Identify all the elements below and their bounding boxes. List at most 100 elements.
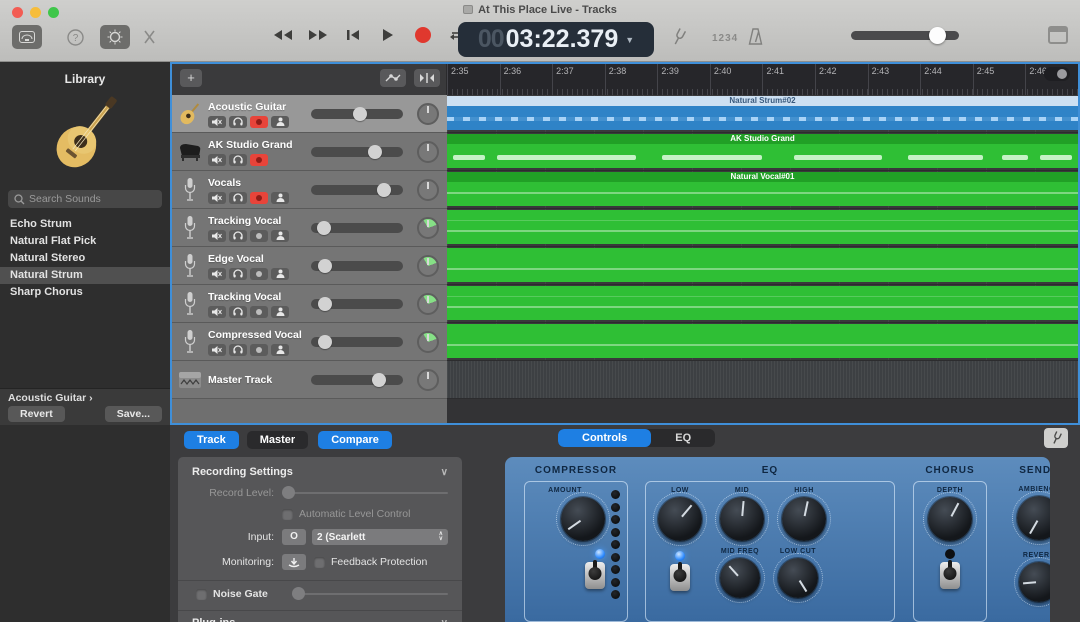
chevron-down-icon[interactable]: ∨: [441, 467, 448, 478]
track-header-tracking-vocal-2[interactable]: Tracking Vocal: [172, 285, 447, 323]
lane-compressed-vocal[interactable]: [447, 323, 1078, 361]
count-in-button[interactable]: 1234: [712, 33, 738, 44]
region-audio[interactable]: [447, 210, 1078, 244]
lane-master[interactable]: [447, 361, 1078, 399]
input-monitor-button[interactable]: [271, 230, 289, 242]
search-input[interactable]: [29, 193, 156, 205]
solo-button[interactable]: [229, 116, 247, 128]
library-item-natural-flat-pick[interactable]: Natural Flat Pick: [0, 233, 170, 250]
volume-thumb[interactable]: [372, 373, 386, 387]
eq-high-knob[interactable]: [782, 497, 826, 541]
editor-scissors-button[interactable]: [136, 25, 162, 49]
monitoring-button[interactable]: [282, 554, 306, 570]
region-audio[interactable]: [447, 324, 1078, 358]
input-source-dropdown[interactable]: 2 (Scarlett ∧∨: [312, 529, 448, 545]
solo-button[interactable]: [229, 306, 247, 318]
track-header-vocals[interactable]: Vocals: [172, 171, 447, 209]
mute-button[interactable]: [208, 154, 226, 166]
automation-button[interactable]: [380, 69, 406, 87]
record-level-slider[interactable]: [282, 488, 448, 498]
volume-slider[interactable]: [311, 147, 403, 157]
volume-slider[interactable]: [311, 337, 403, 347]
noise-gate-checkbox[interactable]: [196, 589, 207, 600]
volume-slider[interactable]: [311, 375, 403, 385]
noise-gate-thumb[interactable]: [292, 587, 305, 600]
input-format-button[interactable]: O: [282, 529, 306, 545]
solo-button[interactable]: [229, 154, 247, 166]
input-monitor-button[interactable]: [271, 116, 289, 128]
feedback-protection-checkbox[interactable]: [314, 557, 325, 568]
tab-eq[interactable]: EQ: [651, 429, 715, 447]
sends-ambience-knob[interactable]: [1017, 496, 1050, 540]
region-natural-vocal[interactable]: Natural Vocal#01: [447, 172, 1078, 206]
stepper-icons[interactable]: ∧∨: [439, 532, 443, 542]
metronome-button[interactable]: [748, 28, 763, 45]
mute-button[interactable]: [208, 192, 226, 204]
rewind-button[interactable]: [272, 24, 294, 46]
volume-thumb[interactable]: [317, 221, 331, 235]
track-header-tracking-vocal-1[interactable]: Tracking Vocal: [172, 209, 447, 247]
patch-breadcrumb[interactable]: Acoustic Guitar ›: [0, 389, 170, 404]
go-to-beginning-button[interactable]: [342, 24, 364, 46]
eq-switch[interactable]: [670, 564, 690, 591]
volume-thumb[interactable]: [318, 335, 332, 349]
tab-controls[interactable]: Controls: [558, 429, 651, 447]
region-audio[interactable]: [447, 248, 1078, 282]
tab-compare[interactable]: Compare: [318, 431, 392, 449]
volume-thumb[interactable]: [318, 297, 332, 311]
pan-knob[interactable]: [417, 293, 439, 315]
lcd-chevron-icon[interactable]: ▼: [625, 35, 634, 45]
volume-slider[interactable]: [311, 109, 403, 119]
mute-button[interactable]: [208, 344, 226, 356]
pan-knob[interactable]: [417, 179, 439, 201]
play-button[interactable]: [377, 24, 399, 46]
lane-tracking-vocal-2[interactable]: [447, 285, 1078, 323]
track-header-acoustic-guitar[interactable]: Acoustic Guitar: [172, 95, 447, 133]
library-item-natural-strum[interactable]: Natural Strum: [0, 267, 170, 284]
mute-button[interactable]: [208, 306, 226, 318]
solo-button[interactable]: [229, 268, 247, 280]
master-volume-slider[interactable]: [851, 31, 959, 40]
record-enable-button[interactable]: [250, 306, 268, 318]
library-toggle-button[interactable]: [12, 25, 42, 49]
tuner-panel-button[interactable]: [1044, 428, 1068, 448]
search-sounds-field[interactable]: [8, 190, 162, 208]
eq-mid-freq-knob[interactable]: [720, 558, 760, 598]
lane-acoustic-guitar[interactable]: Natural Strum#02: [447, 95, 1078, 133]
tuner-button[interactable]: [672, 28, 686, 46]
region-ak-studio-grand[interactable]: AK Studio Grand: [447, 134, 1078, 168]
compressor-switch[interactable]: [585, 562, 605, 589]
volume-slider[interactable]: [311, 299, 403, 309]
volume-thumb[interactable]: [368, 145, 382, 159]
input-monitor-button[interactable]: [271, 306, 289, 318]
eq-mid-knob[interactable]: [720, 497, 764, 541]
record-enable-button[interactable]: [250, 192, 268, 204]
volume-slider[interactable]: [311, 261, 403, 271]
auto-level-checkbox[interactable]: [282, 509, 293, 520]
lane-vocals[interactable]: Natural Vocal#01: [447, 171, 1078, 209]
record-button[interactable]: [412, 24, 434, 46]
forward-button[interactable]: [307, 24, 329, 46]
lane-ak-studio-grand[interactable]: AK Studio Grand: [447, 133, 1078, 171]
input-monitor-button[interactable]: [271, 344, 289, 356]
record-enable-button[interactable]: [250, 268, 268, 280]
eq-low-cut-knob[interactable]: [778, 558, 818, 598]
solo-button[interactable]: [229, 344, 247, 356]
volume-slider[interactable]: [311, 185, 403, 195]
pan-knob[interactable]: [417, 331, 439, 353]
timeline-ruler[interactable]: 2:35 2:36 2:37 2:38 2:39 2:40 2:41 2:42 …: [447, 64, 1078, 95]
pan-knob[interactable]: [417, 103, 439, 125]
lane-edge-vocal[interactable]: [447, 247, 1078, 285]
solo-button[interactable]: [229, 192, 247, 204]
record-level-thumb[interactable]: [282, 486, 295, 499]
eq-low-knob[interactable]: [658, 497, 702, 541]
chevron-down-icon[interactable]: ∨: [441, 618, 448, 622]
record-enable-button[interactable]: [250, 154, 268, 166]
display-mode-button[interactable]: [1048, 26, 1068, 44]
track-header-compressed-vocal[interactable]: Compressed Vocal: [172, 323, 447, 361]
chorus-switch[interactable]: [940, 562, 960, 589]
lcd-display[interactable]: 00 03:22.379 ▼: [458, 22, 654, 57]
revert-button[interactable]: Revert: [8, 406, 65, 422]
volume-thumb[interactable]: [318, 259, 332, 273]
sends-reverb-knob[interactable]: [1019, 562, 1050, 602]
